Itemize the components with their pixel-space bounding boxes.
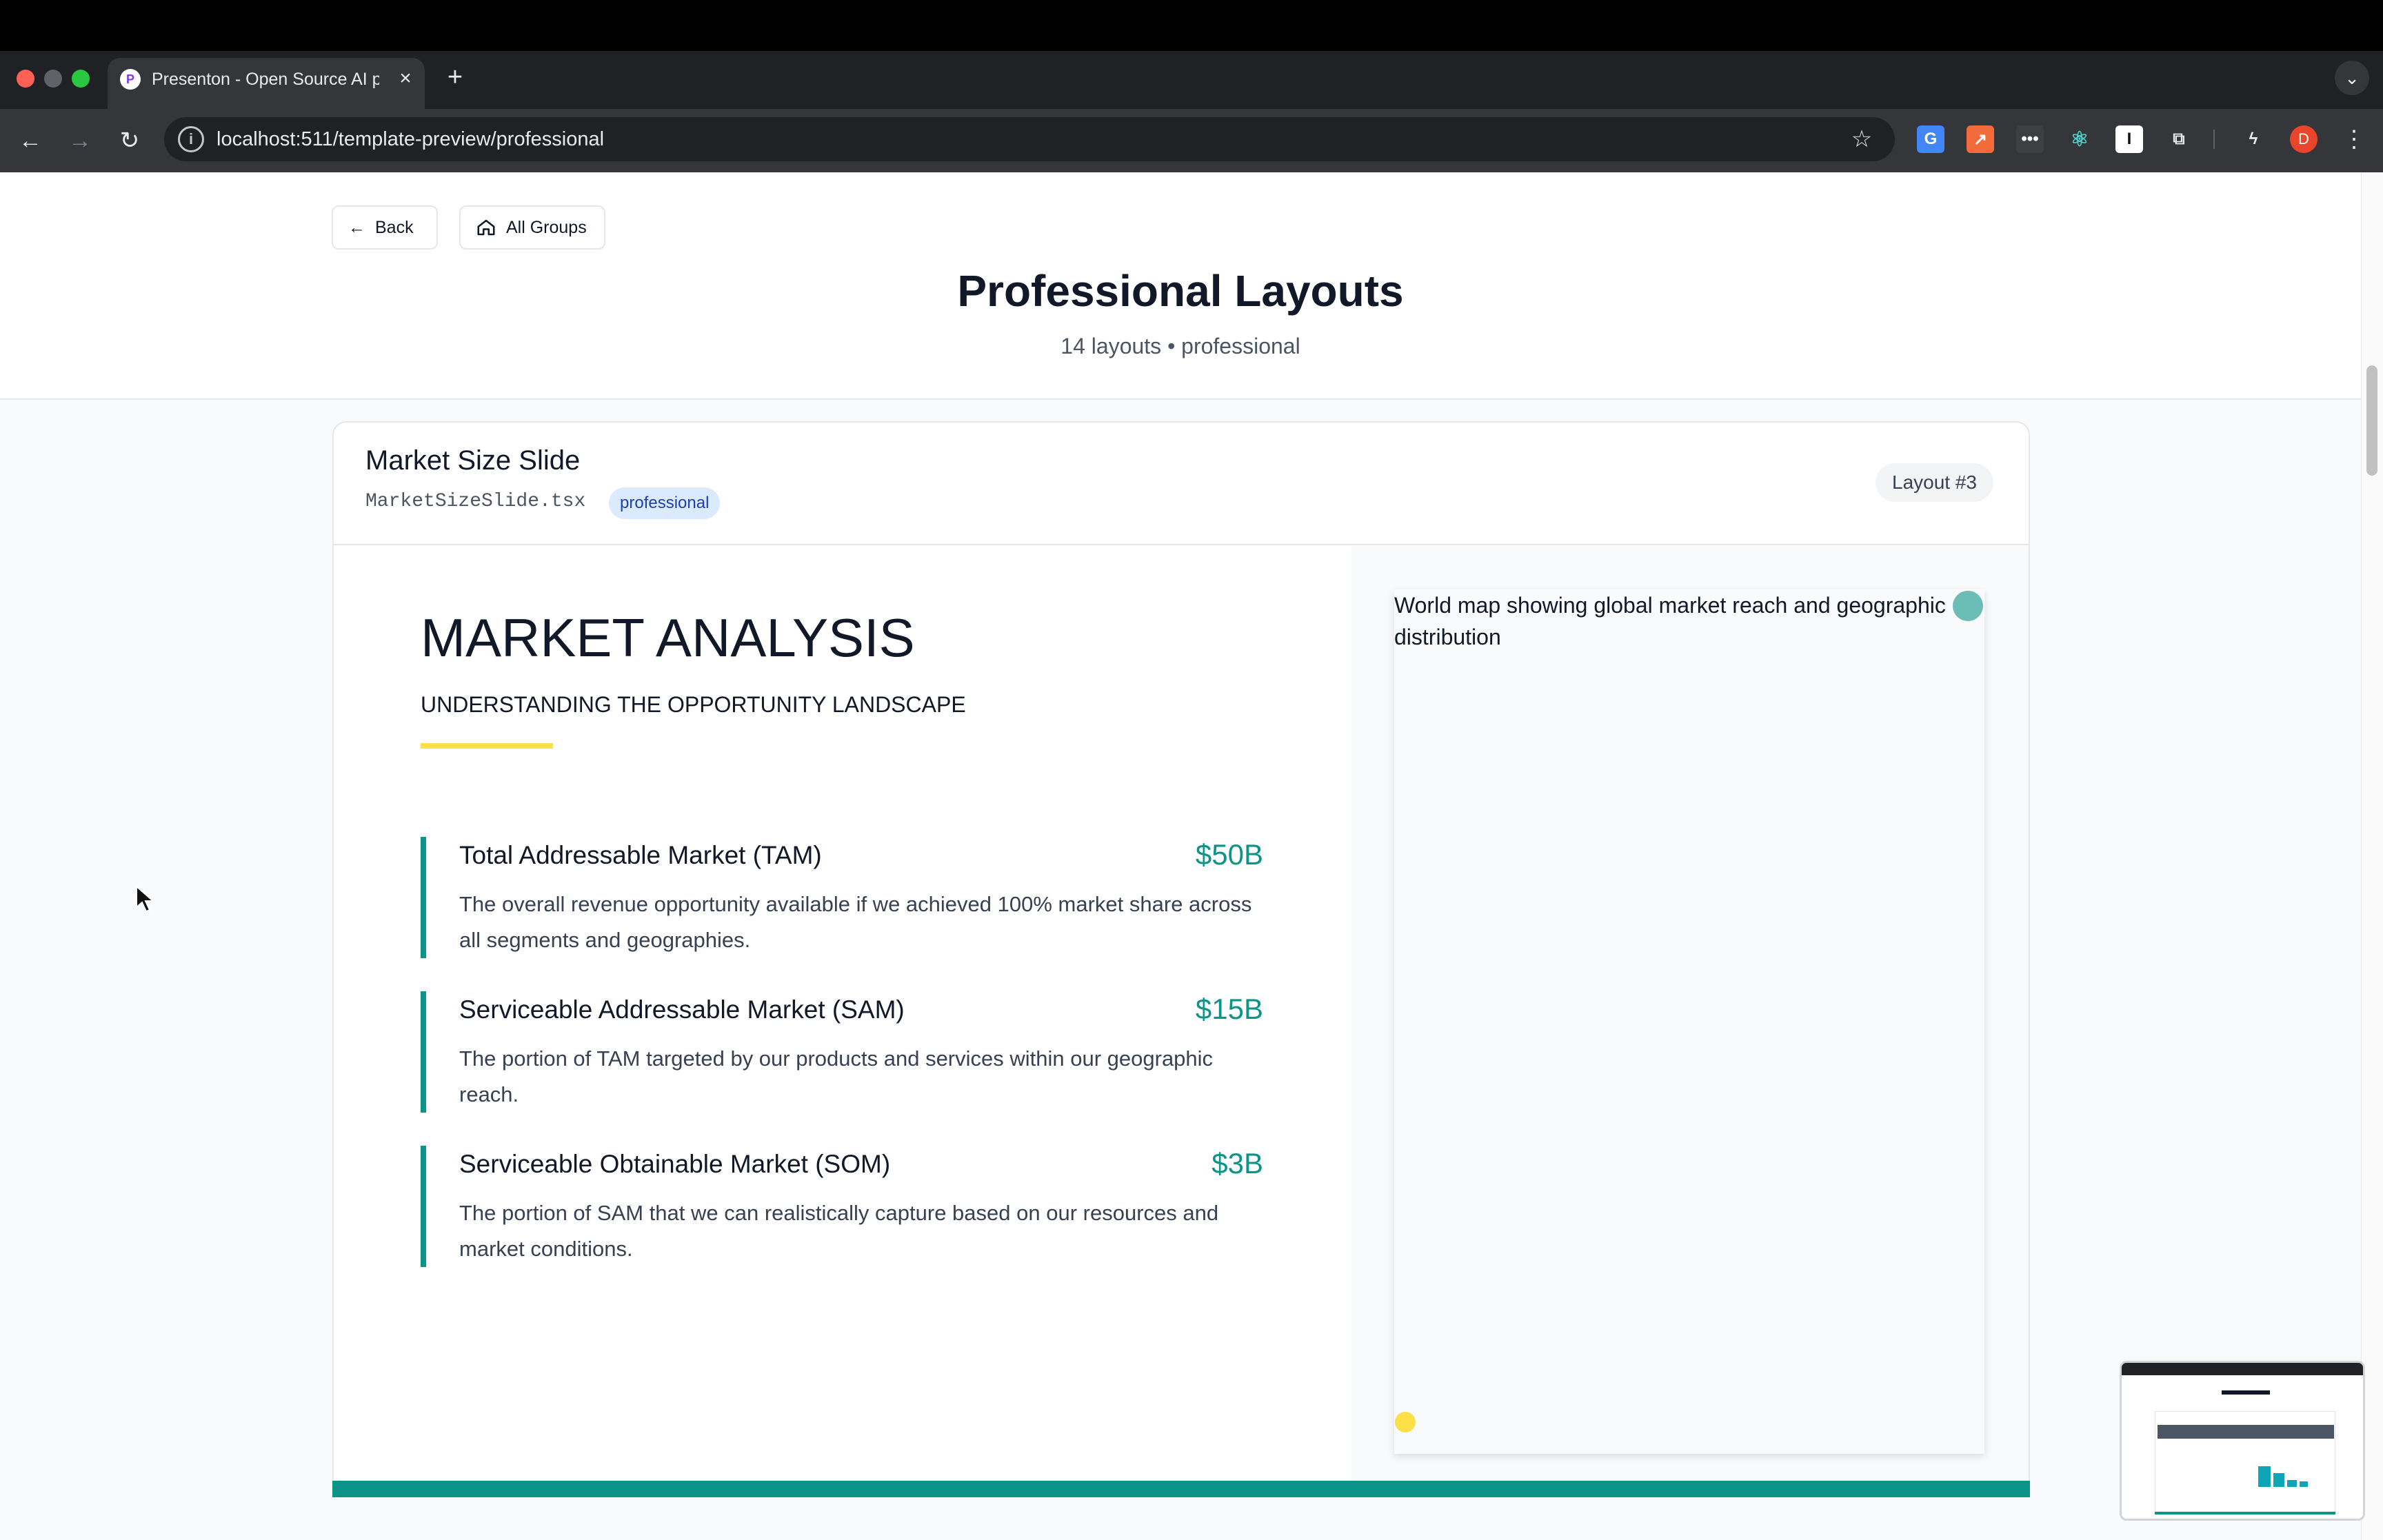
zoom-window-button[interactable] <box>72 70 90 88</box>
tab-search-icon[interactable]: ⌄ <box>2335 61 2369 95</box>
thumbnail-image-strip <box>2158 1425 2334 1439</box>
minimize-window-button[interactable] <box>44 70 62 88</box>
arrow-left-icon: ← <box>348 217 365 237</box>
layout-title: Market Size Slide <box>365 445 581 476</box>
image-alt-text: World map showing global market reach an… <box>1394 593 1946 649</box>
page-subtitle: 14 layouts • professional <box>1060 334 1300 358</box>
rocket-extension-icon[interactable]: ↗ <box>1967 125 1994 153</box>
layout-file-name: MarketSizeSlide.tsx <box>365 491 586 512</box>
thumbnail-bar <box>2287 1480 2297 1487</box>
thumbnail-bar <box>2258 1466 2271 1487</box>
react-extension-icon[interactable]: ⚛ <box>2066 125 2093 153</box>
page-title: Professional Layouts <box>957 266 1404 316</box>
layout-number-badge: Layout #3 <box>1876 463 1993 502</box>
tab-title: Presenton - Open Source AI p <box>152 70 379 89</box>
back-button[interactable]: ← Back <box>332 205 438 250</box>
screenshot-thumbnail[interactable] <box>2120 1361 2365 1521</box>
tab-favicon-icon: P <box>120 69 141 90</box>
reload-icon[interactable]: ↻ <box>113 124 146 157</box>
decorative-teal-dot <box>1953 591 1983 621</box>
metric-name: Serviceable Obtainable Market (SOM) <box>459 1150 891 1178</box>
profile-avatar[interactable]: D <box>2290 125 2317 153</box>
thumbnail-bar <box>2300 1481 2308 1487</box>
metric-description: The portion of SAM that we can realistic… <box>459 1201 1219 1261</box>
metric-description: The portion of TAM targeted by our produ… <box>459 1046 1214 1106</box>
metric-description: The overall revenue opportunity availabl… <box>459 892 1252 952</box>
new-tab-icon[interactable]: + <box>441 63 469 91</box>
home-icon <box>477 219 495 236</box>
title-accent-line <box>421 743 553 749</box>
metric-name: Total Addressable Market (TAM) <box>459 841 822 869</box>
all-groups-label: All Groups <box>506 217 587 237</box>
layout-group-badge: professional <box>609 487 721 519</box>
screen-top-bar <box>0 0 2383 51</box>
metric-name: Serviceable Addressable Market (SAM) <box>459 995 905 1024</box>
metric-accent-bar <box>421 1146 426 1267</box>
layout-card-header <box>332 421 2030 545</box>
close-window-button[interactable] <box>17 70 34 88</box>
back-button-label: Back <box>375 217 414 237</box>
site-info-icon[interactable]: i <box>178 126 204 152</box>
dots-extension-icon[interactable]: ••• <box>2016 125 2044 153</box>
menu-icon[interactable]: ⋮ <box>2340 123 2368 156</box>
mouse-cursor-icon <box>136 885 155 913</box>
decorative-yellow-dot <box>1395 1412 1416 1432</box>
scrollbar-thumb[interactable] <box>2366 365 2377 476</box>
thumbnail-bar <box>2273 1473 2284 1487</box>
slide-title: MARKET ANALYSIS <box>421 607 915 668</box>
translate-extension-icon[interactable]: G <box>1917 125 1944 153</box>
slide-subtitle: UNDERSTANDING THE OPPORTUNITY LANDSCAPE <box>421 692 966 717</box>
thumbnail-title <box>2222 1390 2270 1395</box>
performance-icon[interactable]: ϟ <box>2240 125 2267 153</box>
metric-accent-bar <box>421 991 426 1113</box>
thumbnail-chrome <box>2122 1363 2363 1375</box>
metric-accent-bar <box>421 837 426 958</box>
i-extension-icon[interactable]: I <box>2115 125 2143 153</box>
metric-value: $15B <box>1195 993 1263 1025</box>
toolbar-divider <box>2213 130 2215 149</box>
url-text[interactable]: localhost:511/template-preview/professio… <box>217 125 1320 153</box>
metric-value: $3B <box>1211 1147 1263 1179</box>
world-map-image <box>1394 589 1984 1454</box>
thumbnail-bottom-bar <box>2155 1512 2335 1514</box>
tab-close-icon[interactable]: × <box>393 66 418 91</box>
puzzle-icon[interactable]: ⧉ <box>2165 125 2193 153</box>
metric-value: $50B <box>1195 838 1263 871</box>
forward-icon[interactable]: → <box>63 124 97 157</box>
back-icon[interactable]: ← <box>14 124 47 157</box>
bookmark-star-icon[interactable]: ☆ <box>1845 123 1878 156</box>
slide-bottom-bar <box>332 1481 2030 1497</box>
all-groups-button[interactable]: All Groups <box>459 205 605 250</box>
